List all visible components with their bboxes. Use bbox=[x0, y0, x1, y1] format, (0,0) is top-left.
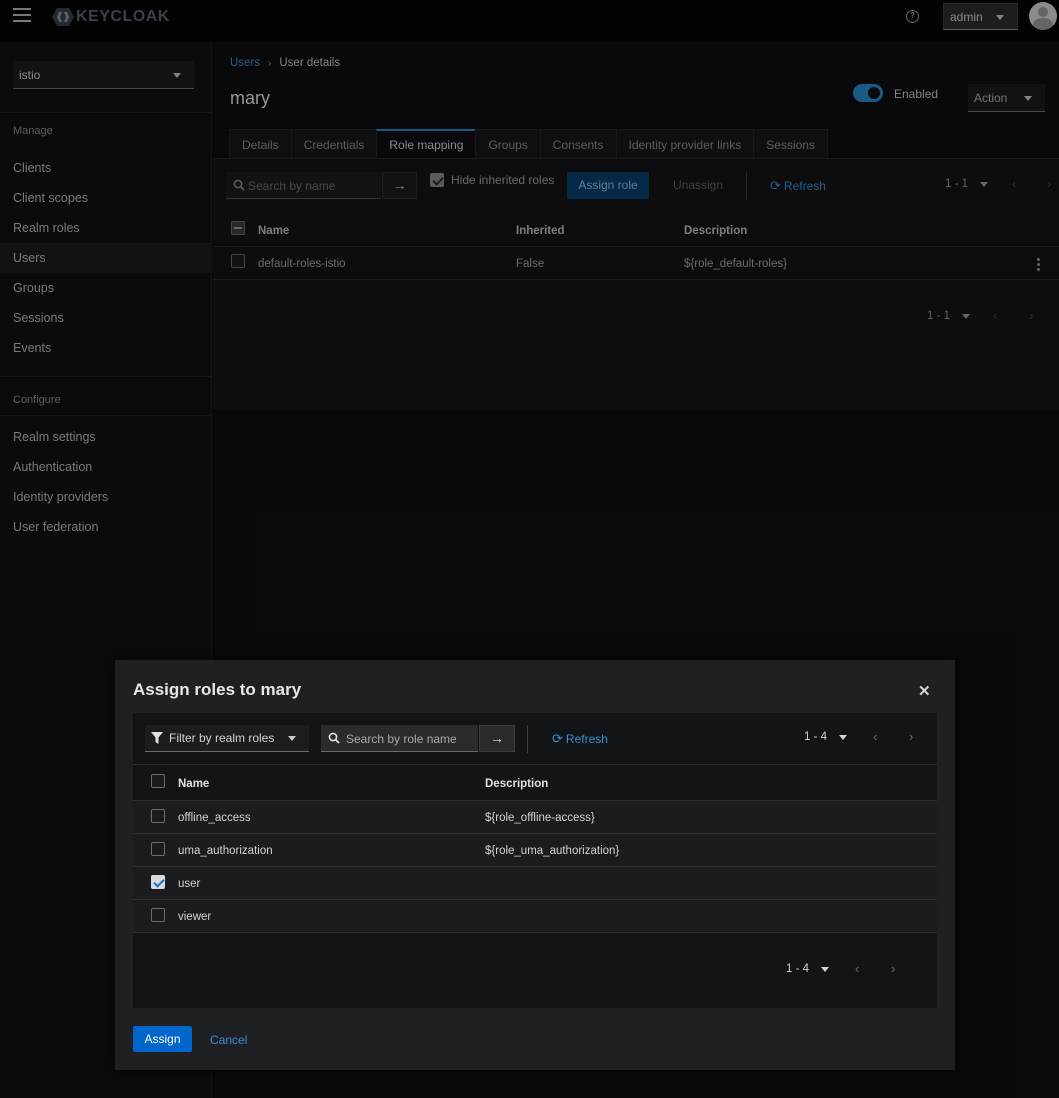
arrow-right-icon: → bbox=[490, 730, 504, 746]
column-header-description: Description bbox=[485, 778, 549, 790]
assign-roles-modal: Assign roles to mary ✕ Filter by realm r… bbox=[115, 660, 955, 1070]
cancel-button[interactable]: Cancel bbox=[210, 1033, 247, 1047]
filter-dropdown-label: Filter by realm roles bbox=[169, 731, 275, 745]
table-row[interactable]: offline_access ${role_offline-access} bbox=[133, 801, 937, 834]
role-name: viewer bbox=[178, 911, 212, 923]
role-description: ${role_offline-access} bbox=[485, 812, 595, 824]
close-icon[interactable]: ✕ bbox=[918, 682, 931, 700]
role-name: uma_authorization bbox=[178, 845, 273, 857]
modal-title: Assign roles to mary bbox=[133, 680, 302, 699]
filter-icon bbox=[151, 732, 163, 744]
search-placeholder: Search by role name bbox=[346, 732, 457, 746]
row-checkbox-checked[interactable] bbox=[151, 875, 165, 889]
table-header: Name Description bbox=[133, 764, 937, 801]
bottom-pagination-dropdown[interactable]: 1 - 4 bbox=[786, 963, 830, 975]
caret-down-icon bbox=[839, 734, 848, 740]
caret-down-icon bbox=[288, 736, 296, 741]
refresh-icon: ⟳ bbox=[552, 731, 563, 746]
role-name: user bbox=[178, 878, 201, 890]
pagination-dropdown[interactable]: 1 - 4 bbox=[804, 731, 848, 743]
search-submit-button[interactable]: → bbox=[479, 725, 515, 752]
chevron-right-icon[interactable]: › bbox=[909, 729, 913, 744]
search-icon bbox=[328, 732, 340, 744]
row-checkbox[interactable] bbox=[151, 842, 165, 856]
filter-dropdown[interactable]: Filter by realm roles bbox=[145, 725, 309, 752]
role-description: ${role_uma_authorization} bbox=[485, 845, 620, 857]
select-all-checkbox[interactable] bbox=[151, 774, 165, 788]
row-checkbox[interactable] bbox=[151, 908, 165, 922]
caret-down-icon bbox=[821, 966, 830, 972]
pagination-label: 1 - 4 bbox=[804, 731, 828, 743]
chevron-right-icon[interactable]: › bbox=[891, 961, 895, 976]
chevron-left-icon[interactable]: ‹ bbox=[873, 729, 877, 744]
refresh-label: Refresh bbox=[565, 732, 608, 746]
chevron-left-icon[interactable]: ‹ bbox=[855, 961, 859, 976]
table-row[interactable]: uma_authorization ${role_uma_authorizati… bbox=[133, 834, 937, 867]
role-name: offline_access bbox=[178, 812, 251, 824]
row-checkbox[interactable] bbox=[151, 809, 165, 823]
table-row[interactable]: viewer bbox=[133, 900, 937, 933]
toolbar-separator bbox=[527, 725, 528, 753]
bottom-pagination-label: 1 - 4 bbox=[786, 963, 810, 975]
column-header-name[interactable]: Name bbox=[178, 778, 209, 790]
role-name-search-input[interactable]: Search by role name bbox=[321, 725, 478, 752]
refresh-button[interactable]: ⟳ Refresh bbox=[552, 731, 608, 747]
table-row[interactable]: user bbox=[133, 867, 937, 900]
modal-roles-panel: Filter by realm roles Search by role nam… bbox=[133, 713, 937, 1008]
assign-button[interactable]: Assign bbox=[133, 1026, 192, 1052]
